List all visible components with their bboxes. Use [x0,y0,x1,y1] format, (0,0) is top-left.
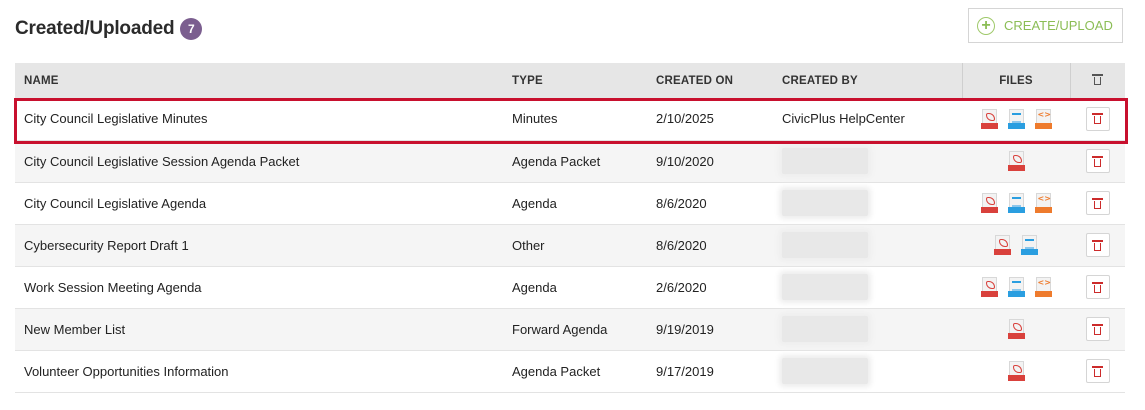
column-header-created-on[interactable]: CREATED ON [647,63,773,98]
cell-created-on: 2/6/2020 [656,279,707,295]
cell-name[interactable]: New Member List [24,322,125,337]
trash-icon [1092,323,1103,335]
cell-created-on: 8/6/2020 [656,237,707,253]
trash-icon [1092,365,1103,377]
doc-file-icon[interactable] [1007,193,1025,213]
file-links [962,319,1070,339]
file-links [962,361,1070,381]
delete-button[interactable] [1085,317,1110,341]
trash-icon [1092,281,1103,293]
trash-icon [1092,113,1103,125]
cell-name[interactable]: Work Session Meeting Agenda [24,280,202,295]
doc-file-icon[interactable] [1007,277,1025,297]
cell-created-on: 8/6/2020 [656,195,707,211]
column-header-type[interactable]: TYPE [503,63,647,98]
file-links [962,108,1070,129]
pdf-file-icon[interactable] [1007,361,1025,381]
cell-type: Agenda Packet [512,153,601,169]
delete-button[interactable] [1085,191,1110,215]
cell-type: Other [512,237,545,253]
column-header-delete [1069,63,1125,98]
cell-name[interactable]: Cybersecurity Report Draft 1 [24,238,189,253]
cell-created-on: 2/10/2025 [656,111,714,127]
cell-type: Forward Agenda [512,321,608,337]
html-file-icon[interactable] [1034,108,1052,129]
cell-type: Agenda [512,195,557,211]
file-links [962,151,1070,171]
cell-name[interactable]: Volunteer Opportunities Information [24,364,229,379]
cell-created-on: 9/19/2019 [656,321,714,337]
table-row[interactable]: City Council Legislative Agenda Agenda 8/6… [15,182,1125,225]
plus-circle-icon: + [977,16,995,35]
doc-file-icon[interactable] [1007,108,1025,129]
trash-icon [1092,155,1103,167]
pdf-file-icon[interactable] [980,193,998,213]
delete-button[interactable] [1085,149,1110,173]
cell-type: Agenda Packet [512,363,601,379]
table-row[interactable]: New Member List Forward Agenda 9/19/2019 [15,308,1125,351]
trash-icon [1092,197,1103,209]
pdf-file-icon[interactable] [980,277,998,297]
delete-button[interactable] [1085,233,1110,257]
redacted-creator [782,316,868,342]
redacted-creator [782,274,868,300]
table-row[interactable]: Volunteer Opportunities Information Agend… [15,350,1125,393]
pdf-file-icon[interactable] [980,108,998,129]
redacted-creator [782,190,868,216]
table-row[interactable]: City Council Legislative Session Agenda … [15,140,1125,183]
cell-type: Agenda [512,279,557,295]
create-upload-label: CREATE/UPLOAD [1004,18,1113,33]
pdf-file-icon[interactable] [1007,151,1025,171]
count-badge: 7 [180,18,203,40]
cell-created-by: CivicPlus HelpCenter [782,111,905,127]
html-file-icon[interactable] [1034,277,1052,297]
html-file-icon[interactable] [1034,193,1052,213]
column-header-name[interactable]: NAME [15,63,503,98]
cell-created-on: 9/17/2019 [656,363,714,379]
section-header: Created/Uploaded 7 [15,14,203,44]
table-row[interactable]: City Council Legislative Minutes Minutes 2… [15,98,1125,141]
table-row[interactable]: Cybersecurity Report Draft 1 Other 8/6/202… [15,224,1125,267]
pdf-file-icon[interactable] [994,235,1011,255]
delete-button[interactable] [1085,359,1110,383]
file-links [962,193,1070,213]
column-header-files: FILES [961,63,1070,98]
column-header-created-by[interactable]: CREATED BY [773,63,962,98]
redacted-creator [782,232,868,258]
cell-name[interactable]: City Council Legislative Agenda [24,196,206,211]
page-title: Created/Uploaded [15,18,175,39]
cell-type: Minutes [512,111,558,127]
delete-button[interactable] [1085,275,1110,299]
documents-table: NAME TYPE CREATED ON CREATED BY FILES Ci… [15,63,1125,393]
doc-file-icon[interactable] [1021,235,1038,255]
delete-button[interactable] [1085,106,1110,131]
trash-icon [1092,73,1104,85]
cell-name[interactable]: City Council Legislative Session Agenda … [24,154,299,169]
cell-name[interactable]: City Council Legislative Minutes [24,111,208,126]
redacted-creator [782,358,868,384]
create-upload-button[interactable]: + CREATE/UPLOAD [968,8,1123,43]
table-header-row: NAME TYPE CREATED ON CREATED BY FILES [15,63,1125,98]
trash-icon [1092,239,1103,251]
pdf-file-icon[interactable] [1007,319,1025,339]
cell-created-on: 9/10/2020 [656,153,714,169]
redacted-creator [782,148,868,174]
file-links [962,235,1070,255]
table-row[interactable]: Work Session Meeting Agenda Agenda 2/6/202… [15,266,1125,309]
file-links [962,277,1070,297]
